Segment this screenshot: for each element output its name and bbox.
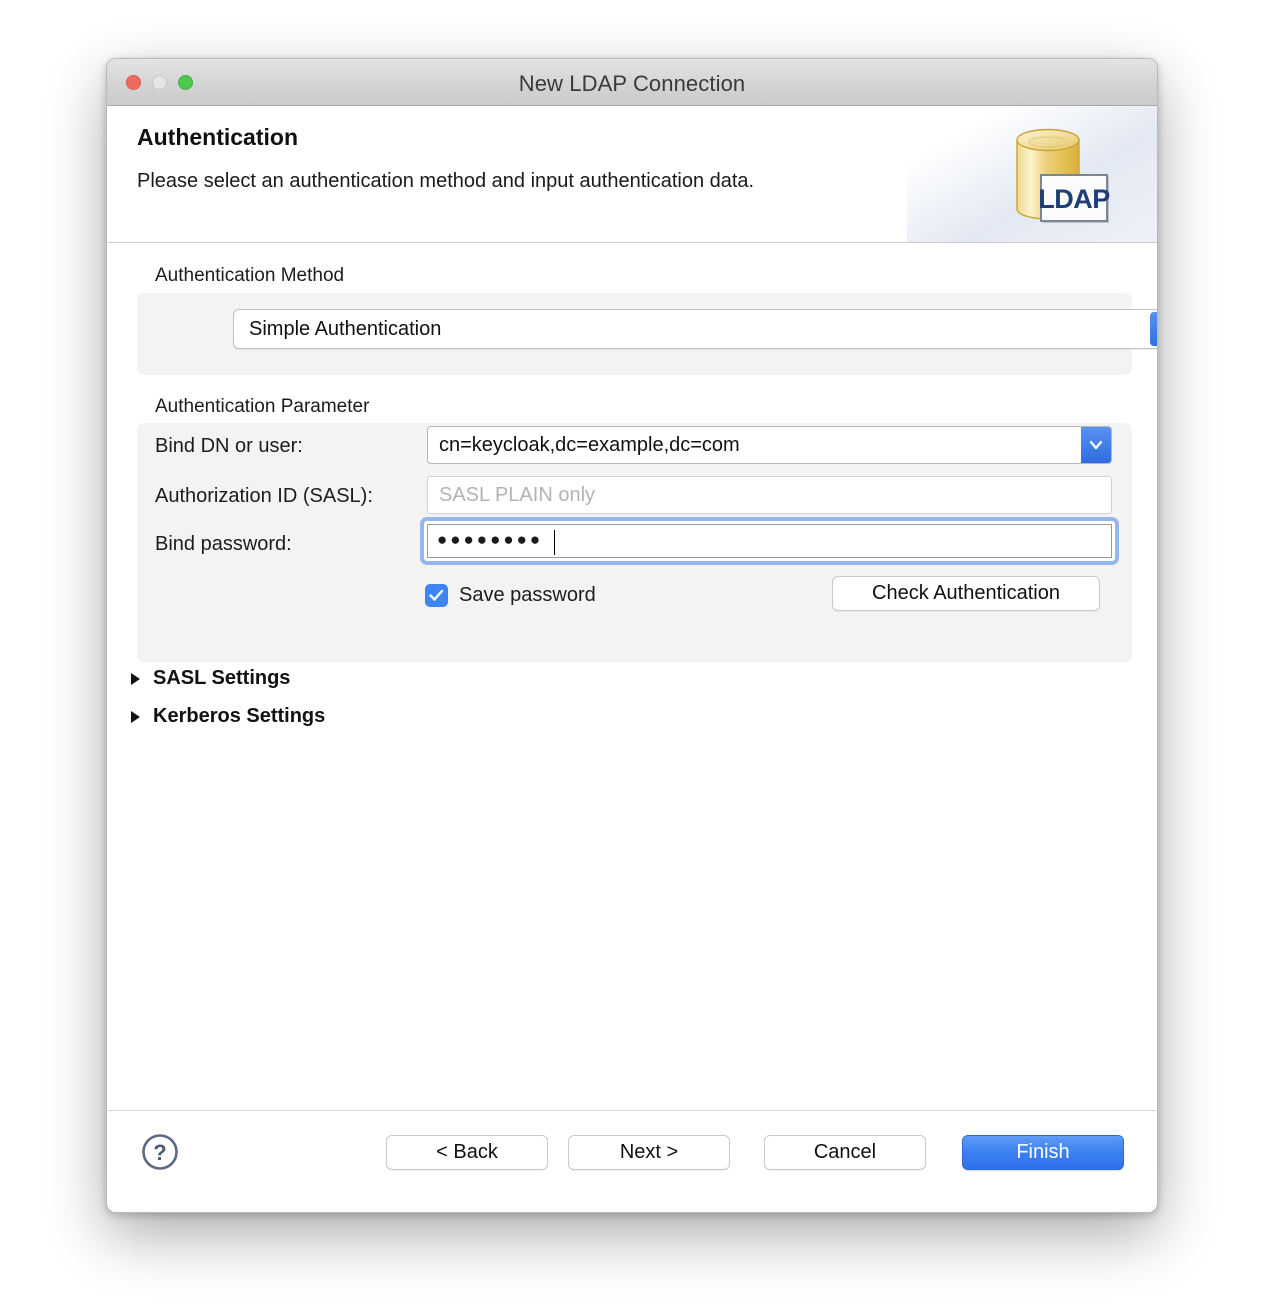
auth-method-select[interactable]: Simple Authentication	[233, 309, 1157, 349]
authorization-id-label: Authorization ID (SASL):	[155, 485, 373, 507]
bind-dn-label: Bind DN or user:	[155, 435, 303, 457]
window-title: New LDAP Connection	[518, 71, 746, 96]
auth-method-selected-value: Simple Authentication	[249, 318, 442, 340]
cancel-button[interactable]: Cancel	[764, 1135, 926, 1170]
dialog-body: Authentication Method Simple Authenticat…	[107, 243, 1157, 1110]
triangle-right-icon[interactable]	[131, 710, 140, 723]
bind-dn-value: cn=keycloak,dc=example,dc=com	[439, 434, 740, 456]
wizard-header: Authentication Please select an authenti…	[107, 106, 1157, 243]
page-description: Please select an authentication method a…	[137, 170, 755, 192]
check-authentication-button[interactable]: Check Authentication	[832, 576, 1100, 611]
save-password-row[interactable]: Save password	[425, 584, 596, 607]
sasl-settings-section[interactable]: SASL Settings	[131, 667, 290, 690]
new-ldap-connection-dialog: New LDAP Connection Authentication Pleas…	[106, 58, 1158, 1213]
bind-dn-combobox[interactable]: cn=keycloak,dc=example,dc=com	[427, 426, 1112, 464]
authorization-id-input[interactable]: SASL PLAIN only	[427, 476, 1112, 514]
help-icon[interactable]: ?	[141, 1133, 179, 1171]
chevron-down-icon[interactable]	[1081, 427, 1111, 463]
sasl-settings-label: SASL Settings	[153, 667, 291, 689]
auth-method-group-label: Authentication Method	[155, 265, 345, 286]
bind-password-label: Bind password:	[155, 533, 292, 555]
triangle-right-icon[interactable]	[131, 672, 140, 685]
authorization-id-placeholder: SASL PLAIN only	[439, 484, 596, 506]
ldap-database-icon: LDAP	[1003, 121, 1115, 231]
save-password-checkbox[interactable]	[425, 584, 448, 607]
dialog-footer: ? < Back Next > Cancel Finish	[107, 1110, 1157, 1212]
kerberos-settings-label: Kerberos Settings	[153, 705, 326, 727]
chevron-updown-icon[interactable]	[1150, 312, 1157, 346]
kerberos-settings-section[interactable]: Kerberos Settings	[131, 705, 325, 728]
bind-password-input[interactable]: ●●●●●●●●	[427, 524, 1112, 558]
auth-parameter-group-label: Authentication Parameter	[155, 396, 370, 417]
bind-password-masked-value: ●●●●●●●●	[437, 530, 544, 549]
page-title: Authentication	[137, 124, 298, 150]
next-button[interactable]: Next >	[568, 1135, 730, 1170]
svg-text:?: ?	[153, 1140, 166, 1165]
text-cursor	[554, 530, 555, 555]
window-titlebar: New LDAP Connection	[107, 59, 1157, 106]
finish-button[interactable]: Finish	[962, 1135, 1124, 1170]
svg-text:LDAP: LDAP	[1038, 184, 1110, 214]
back-button[interactable]: < Back	[386, 1135, 548, 1170]
bind-password-focus-ring: ●●●●●●●●	[420, 517, 1119, 565]
save-password-label: Save password	[459, 584, 596, 606]
